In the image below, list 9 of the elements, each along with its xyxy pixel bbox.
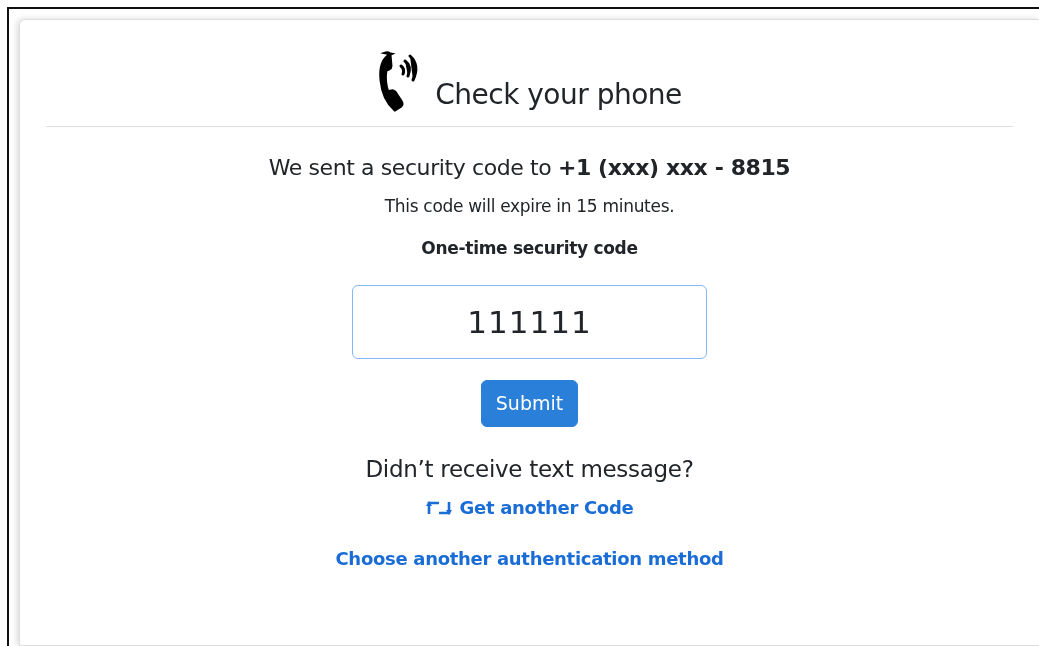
field-label: One-time security code xyxy=(421,236,638,260)
expiry-note: This code will expire in 15 minutes. xyxy=(384,195,675,218)
get-code-link[interactable]: Get another Code xyxy=(425,494,634,521)
code-input-field[interactable]: 111111 xyxy=(352,285,707,359)
submit-button[interactable]: Submit xyxy=(480,380,579,427)
auth-method-link[interactable]: Choose another authentication method xyxy=(335,545,724,572)
sent-code-message: We sent a security code to +1 (xxx) xxx - 8815 xyxy=(268,154,791,182)
resend-prompt: Didn’t receive text message? xyxy=(365,454,694,484)
page-title: Check your phone xyxy=(435,78,682,112)
